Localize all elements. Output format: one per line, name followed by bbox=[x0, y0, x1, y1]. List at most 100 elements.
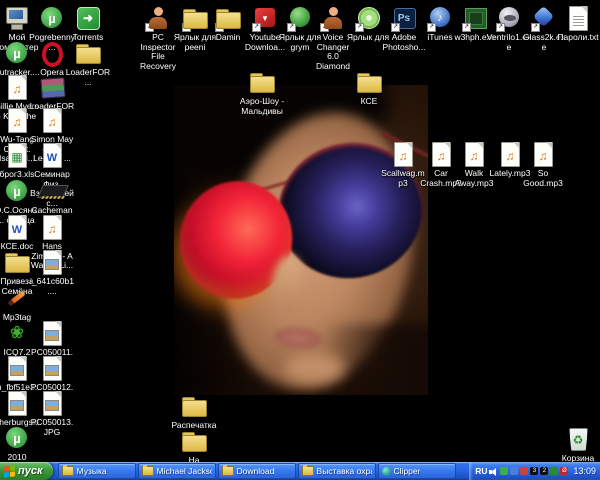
doc-word-icon: W bbox=[2, 213, 32, 241]
start-button-label: пуск bbox=[18, 465, 43, 477]
brush-icon bbox=[2, 284, 32, 312]
doc-music-icon: ♫ bbox=[388, 140, 418, 168]
shortcut-arrow-icon: ↗ bbox=[287, 23, 296, 32]
doc-music-icon: ♫ bbox=[459, 140, 489, 168]
winrar-icon bbox=[37, 73, 67, 101]
task-button-label: Выставка охранной р... bbox=[317, 466, 372, 476]
desktop-icon-recycle-bin[interactable]: ♻Корзина bbox=[555, 425, 600, 464]
folder-icon bbox=[222, 466, 234, 476]
doc-image-icon bbox=[37, 319, 67, 347]
desktop-icon-mp3tag[interactable]: Mp3tag bbox=[0, 284, 40, 323]
icq-icon: ❀ bbox=[2, 319, 32, 347]
tray-blue-app-icon[interactable] bbox=[510, 467, 518, 475]
folder-icon bbox=[73, 39, 103, 67]
folder-icon bbox=[302, 466, 314, 476]
icon-label: iTunes bbox=[427, 33, 452, 43]
task-download[interactable]: Download bbox=[218, 463, 296, 479]
icon-label: Пароли.txt bbox=[557, 33, 598, 43]
tray-green-badge[interactable] bbox=[550, 467, 558, 475]
clipper-icon bbox=[382, 467, 391, 476]
doc-image-icon bbox=[2, 389, 32, 417]
task-muzyka[interactable]: Музыка bbox=[58, 463, 136, 479]
task-button-label: Michael Jackson bbox=[157, 466, 212, 476]
start-button[interactable]: пуск bbox=[0, 462, 53, 480]
folder-icon bbox=[179, 427, 209, 455]
doc-music-icon: ♫ bbox=[2, 106, 32, 134]
shortcut-arrow-icon: ↗ bbox=[496, 23, 505, 32]
volume-icon[interactable] bbox=[489, 467, 498, 476]
folder-icon bbox=[247, 68, 277, 96]
doc-music-icon: ♫ bbox=[37, 213, 67, 241]
icon-label: So Good.mp3 bbox=[520, 169, 566, 188]
doc-image-icon bbox=[37, 389, 67, 417]
recycle-icon: ♻ bbox=[563, 425, 593, 453]
doc-music-icon: ♫ bbox=[37, 106, 67, 134]
doc-text-icon bbox=[563, 4, 593, 32]
doc-word-icon: W bbox=[37, 141, 67, 169]
desktop-icon-so-good-mp3[interactable]: ♫So Good.mp3 bbox=[520, 140, 566, 188]
task-button-label: Музыка bbox=[77, 466, 107, 476]
shortcut-arrow-icon: ↗ bbox=[391, 23, 400, 32]
icon-label: Damin bbox=[216, 33, 241, 43]
shortcut-arrow-icon: ↗ bbox=[427, 23, 436, 32]
clock[interactable]: 13:09 bbox=[573, 466, 596, 476]
desktop-icon-kse-folder[interactable]: КСЕ bbox=[346, 68, 392, 107]
tray-counter-3[interactable]: 3 bbox=[530, 467, 538, 475]
utorrent-icon: µ bbox=[2, 39, 32, 67]
windows-logo-icon bbox=[4, 465, 15, 477]
shortcut-arrow-icon: ↗ bbox=[182, 23, 191, 32]
desktop-icon-cacheman[interactable]: Cacheman bbox=[29, 177, 75, 216]
doc-image-icon bbox=[2, 354, 32, 382]
task-clipper[interactable]: Clipper bbox=[378, 463, 456, 479]
folder-icon bbox=[354, 68, 384, 96]
opera-icon bbox=[37, 39, 67, 67]
icon-label: КСЕ bbox=[361, 97, 378, 107]
helmet-icon: ↗ bbox=[494, 4, 524, 32]
folder-icon bbox=[2, 248, 32, 276]
itunes-icon: ♪↗ bbox=[425, 4, 455, 32]
folder-icon bbox=[179, 392, 209, 420]
chip-icon bbox=[37, 177, 67, 205]
doc-excel-icon: ▦ bbox=[2, 141, 32, 169]
doc-image-icon bbox=[37, 248, 67, 276]
utorrent-icon: µ bbox=[2, 177, 32, 205]
desktop-icon-torrents[interactable]: ➜Torrents bbox=[65, 4, 111, 43]
tray-icons: 32 Ø bbox=[500, 467, 568, 475]
tray-counter-2[interactable]: 2 bbox=[540, 467, 548, 475]
shortcut-arrow-icon: ↗ bbox=[355, 23, 364, 32]
language-indicator[interactable]: RU bbox=[475, 466, 487, 476]
ps-icon: Ps↗ bbox=[389, 4, 419, 32]
tray-blocked-icon[interactable]: Ø bbox=[560, 467, 568, 475]
utorrent-icon: µ bbox=[37, 4, 67, 32]
utorrent-icon: µ bbox=[2, 424, 32, 452]
taskbar: пуск Музыка Michael Jackson Download Выстав… bbox=[0, 462, 600, 480]
shortcut-arrow-icon: ↗ bbox=[462, 23, 471, 32]
doc-image-icon bbox=[37, 354, 67, 382]
task-vystavka[interactable]: Выставка охранной р... bbox=[298, 463, 376, 479]
tray-red-app-icon[interactable] bbox=[520, 467, 528, 475]
doc-music-icon: ♫ bbox=[528, 140, 558, 168]
folder-icon bbox=[62, 466, 74, 476]
shortcut-arrow-icon: ↗ bbox=[252, 23, 261, 32]
folder-icon: ↗ bbox=[213, 4, 243, 32]
system-tray: RU 32 Ø 13:09 bbox=[469, 462, 600, 480]
computer-icon bbox=[2, 4, 32, 32]
shortcut-arrow-icon: ↗ bbox=[531, 23, 540, 32]
person-icon: ↗ bbox=[318, 4, 348, 32]
green-arrow-icon: ➜ bbox=[73, 4, 103, 32]
folder-icon bbox=[142, 466, 154, 476]
task-button-label: Clipper bbox=[394, 466, 421, 476]
desktop-icon-paroli-txt[interactable]: Пароли.txt bbox=[555, 4, 600, 43]
task-button-label: Download bbox=[237, 466, 275, 476]
icon-label: Аэро-Шоу - Мальдивы bbox=[240, 97, 284, 116]
desktop-icon-raspechatka[interactable]: Распечатка bbox=[171, 392, 217, 431]
disc-green-icon: ↗ bbox=[353, 4, 383, 32]
desktop-icon-aero-show-maldivy[interactable]: Аэро-Шоу - Мальдивы bbox=[239, 68, 285, 116]
tray-utorrent-icon[interactable] bbox=[500, 467, 508, 475]
shortcut-arrow-icon: ↗ bbox=[320, 23, 329, 32]
shortcut-arrow-icon: ↗ bbox=[145, 23, 154, 32]
task-michael-jackson[interactable]: Michael Jackson bbox=[138, 463, 216, 479]
doc-music-icon: ♫ bbox=[2, 73, 32, 101]
red-app-icon: ▼↗ bbox=[250, 4, 280, 32]
person-icon: ↗ bbox=[143, 4, 173, 32]
